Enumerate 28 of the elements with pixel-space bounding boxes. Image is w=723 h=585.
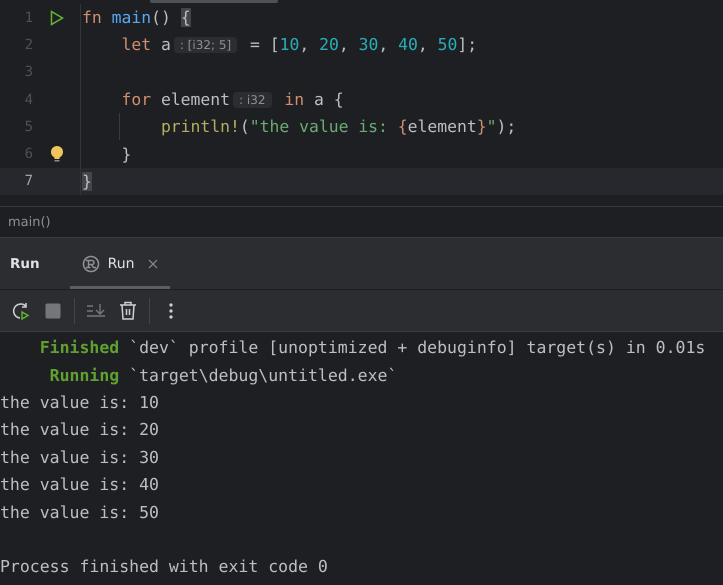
trash-icon: [119, 301, 137, 320]
console-line: the value is: 50: [0, 502, 159, 522]
more-icon: [169, 302, 173, 318]
tool-window-title: Run: [10, 256, 40, 272]
breadcrumb[interactable]: main(): [8, 214, 51, 230]
console-line: the value is: 10: [0, 392, 159, 412]
lightbulb-icon[interactable]: [50, 145, 64, 164]
console-line: `dev` profile [unoptimized + debuginfo] target(s) in 0.01s: [128, 338, 706, 358]
rerun-icon: [11, 300, 31, 320]
console-line: the value is: 40: [0, 475, 159, 494]
type-hint: : [i32; 5]: [174, 36, 238, 53]
rust-logo-icon: [82, 254, 100, 272]
line-number: 7: [24, 173, 33, 190]
console-line: Process finished with exit code 0: [0, 557, 328, 576]
close-icon[interactable]: [148, 258, 158, 268]
type-hint: : i32: [233, 92, 272, 108]
code-line: fn main() {: [81, 8, 191, 28]
console-line: `target\debug\untitled.exe`: [128, 366, 398, 385]
scroll-to-end-icon: [86, 302, 106, 320]
status-label: Finished: [38, 338, 120, 358]
code-line: let a : [i32; 5] = [10, 20, 30, 40, 50];: [120, 35, 478, 54]
console-line: the value is: 30: [0, 448, 159, 467]
status-label: Running: [48, 366, 120, 385]
run-icon[interactable]: [50, 10, 64, 26]
code-line: }: [120, 144, 132, 164]
console-line: the value is: 20: [0, 420, 159, 440]
stop-icon: [45, 302, 61, 318]
code-line: for element : i32 in a {: [120, 90, 344, 110]
